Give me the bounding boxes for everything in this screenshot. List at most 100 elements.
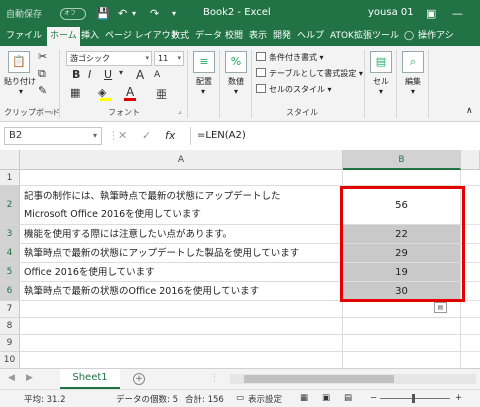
font-name-box[interactable]: 游ゴシック ▾ [66,51,152,66]
cut-icon[interactable]: ✂ [38,50,47,63]
cell-a2[interactable]: 記事の制作には、執筆時点で最新の状態にアップデートした Microsoft Off… [20,186,343,225]
row-header-1[interactable]: 1 [0,170,20,186]
row-header-5[interactable]: 5 [0,263,20,282]
paste-label[interactable]: 貼り付け [2,76,38,87]
alignment-dropdown-icon[interactable]: ▾ [198,87,208,96]
horizontal-scroll-thumb[interactable] [244,375,394,383]
undo-icon[interactable]: ↶ [118,7,127,20]
borders-icon[interactable]: ▦ [70,86,80,99]
collapse-ribbon-icon[interactable]: ∧ [466,106,473,116]
search-icon[interactable]: ⌕ [402,51,424,73]
cell-c9[interactable] [461,335,480,352]
quick-analysis-icon[interactable]: ▤ [434,302,447,313]
row-header-7[interactable]: 7 [0,301,20,318]
editing-label[interactable]: 編集 [395,76,431,87]
cell-c8[interactable] [461,318,480,335]
italic-button[interactable]: I [88,68,91,81]
cell-b8[interactable] [343,318,461,335]
bold-button[interactable]: B [72,68,80,81]
tab-help[interactable]: ヘルプ [297,27,324,46]
row-header-2[interactable]: 2 [0,186,20,225]
grow-font-button[interactable]: A [136,68,144,82]
tab-formulas[interactable]: 数式 [171,27,189,46]
cell-a9[interactable] [20,335,343,352]
clipboard-launcher-icon[interactable]: ⌟ [50,107,53,115]
ribbon-display-icon[interactable]: ▣ [426,7,436,20]
sheet-prev-icon[interactable]: ◀ [8,373,15,383]
column-header-a[interactable]: A [20,150,343,170]
cell-styles-button[interactable]: セルのスタイル ▾ [256,84,332,95]
sheet-next-icon[interactable]: ▶ [26,373,33,383]
tab-review[interactable]: 校閲 [225,27,243,46]
formula-input[interactable]: =LEN(A2) [190,127,476,145]
percent-icon[interactable]: % [225,51,247,73]
cell-b1[interactable] [343,170,461,186]
save-icon[interactable]: 💾 [96,7,110,20]
cell-c10[interactable] [461,352,480,368]
select-all-corner[interactable] [0,150,20,170]
minimize-icon[interactable]: — [452,7,463,20]
tab-file[interactable]: ファイル [6,27,42,46]
tab-home[interactable]: ホーム [47,27,80,46]
chevron-down-icon[interactable]: ▾ [145,52,149,65]
tab-atok[interactable]: ATOK拡張ツール [330,27,399,46]
cell-a5[interactable]: Office 2016を使用しています [20,263,343,282]
tab-view[interactable]: 表示 [249,27,267,46]
tab-data[interactable]: データ [195,27,222,46]
number-dropdown-icon[interactable]: ▾ [231,87,241,96]
conditional-formatting-button[interactable]: 条件付き書式 ▾ [256,52,324,63]
horizontal-scrollbar[interactable] [230,374,476,384]
tab-tell-me[interactable]: 操作アシ [418,27,454,46]
cancel-icon[interactable]: ✕ [118,129,127,142]
copy-icon[interactable]: ⧉ [38,67,46,81]
number-label[interactable]: 数値 [218,76,254,87]
font-size-box[interactable]: 11 ▾ [154,51,184,66]
cell-a3[interactable]: 機能を使用する際には注意したい点があります。 [20,225,343,244]
display-settings-button[interactable]: 表示設定 [248,393,282,405]
lightbulb-icon[interactable]: ◯ [404,27,414,46]
cell-c1[interactable] [461,170,480,186]
undo-dropdown-icon[interactable]: ▾ [132,9,136,18]
cell-a6[interactable]: 執筆時点で最新の状態のOffice 2016を使用しています [20,282,343,301]
chevron-down-icon[interactable]: ▾ [177,52,181,65]
row-header-4[interactable]: 4 [0,244,20,263]
insert-function-button[interactable]: fx [165,129,175,142]
cell-b10[interactable] [343,352,461,368]
zoom-slider-thumb[interactable] [412,394,415,403]
page-layout-view-icon[interactable]: ▣ [322,393,330,403]
tab-split-handle-icon[interactable]: ⋮ [210,373,219,383]
page-break-view-icon[interactable]: ▤ [344,393,352,403]
zoom-in-icon[interactable]: + [455,393,462,403]
cell-a8[interactable] [20,318,343,335]
cell-a4[interactable]: 執筆時点で最新の状態にアップデートした製品を使用しています [20,244,343,263]
cell-a7[interactable] [20,301,343,318]
row-header-6[interactable]: 6 [0,282,20,301]
underline-button[interactable]: U [104,68,112,81]
cell-a10[interactable] [20,352,343,368]
zoom-slider[interactable] [380,398,450,399]
cell-c7[interactable] [461,301,480,318]
normal-view-icon[interactable]: ▦ [300,393,308,403]
add-sheet-button[interactable]: + [133,373,145,385]
format-painter-icon[interactable]: ✎ [38,84,47,97]
font-color-button[interactable]: A [126,85,134,99]
redo-icon[interactable]: ↷ [150,7,159,20]
cells-icon[interactable]: ▤ [370,51,392,73]
display-settings-icon[interactable]: ▭ [236,393,244,403]
column-header-c[interactable] [461,150,480,170]
tab-page-layout[interactable]: ページ レイアウト [105,27,180,46]
alignment-label[interactable]: 配置 [186,76,222,87]
sheet-tab-sheet1[interactable]: Sheet1 [60,369,120,389]
phonetic-icon[interactable]: 亜 [156,86,167,102]
row-header-3[interactable]: 3 [0,225,20,244]
cells-label[interactable]: セル [363,76,399,87]
tab-developer[interactable]: 開発 [273,27,291,46]
paste-dropdown-icon[interactable]: ▾ [16,87,26,96]
user-name[interactable]: yousa 01 [368,7,414,18]
row-header-8[interactable]: 8 [0,318,20,335]
row-header-10[interactable]: 10 [0,352,20,368]
enter-icon[interactable]: ✓ [142,129,151,142]
alignment-icon[interactable]: ≡ [193,51,215,73]
row-header-9[interactable]: 9 [0,335,20,352]
format-as-table-button[interactable]: テーブルとして書式設定 ▾ [256,68,363,79]
